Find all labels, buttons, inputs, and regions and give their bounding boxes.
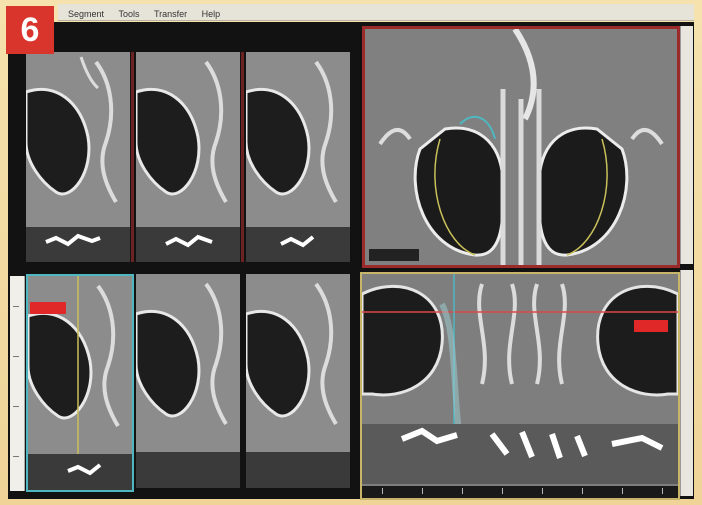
scroll-tick [13, 306, 19, 307]
figure-number-badge: 6 [6, 6, 54, 54]
vertical-scrollbar-axial[interactable] [680, 26, 693, 264]
sagittal-slice-2[interactable] [136, 52, 240, 262]
sagittal-slice-3[interactable] [246, 52, 350, 262]
sagittal-slice-5[interactable] [136, 274, 240, 488]
marker-right[interactable] [634, 320, 668, 332]
slice-divider [241, 52, 244, 262]
scroll-tick [13, 456, 19, 457]
coronal-view[interactable] [360, 272, 680, 500]
menu-item-transfer[interactable]: Transfer [154, 6, 187, 22]
sagittal-slice-6[interactable] [246, 274, 350, 488]
scroll-tick [13, 406, 19, 407]
slice-divider [131, 52, 134, 262]
vertical-scrollbar-coronal[interactable] [680, 270, 693, 496]
marker-left[interactable] [30, 302, 66, 314]
axial-view[interactable] [362, 26, 680, 268]
vertical-scrollbar-left[interactable] [10, 276, 25, 491]
menu-item-tools[interactable]: Tools [118, 6, 139, 22]
scroll-tick [13, 356, 19, 357]
menu-item-help[interactable]: Help [202, 6, 221, 22]
menu-bar: Segment Tools Transfer Help [58, 4, 694, 21]
coronal-ruler [362, 486, 678, 498]
menu-item-segment[interactable]: Segment [68, 6, 104, 22]
sagittal-slice-1[interactable] [26, 52, 130, 262]
